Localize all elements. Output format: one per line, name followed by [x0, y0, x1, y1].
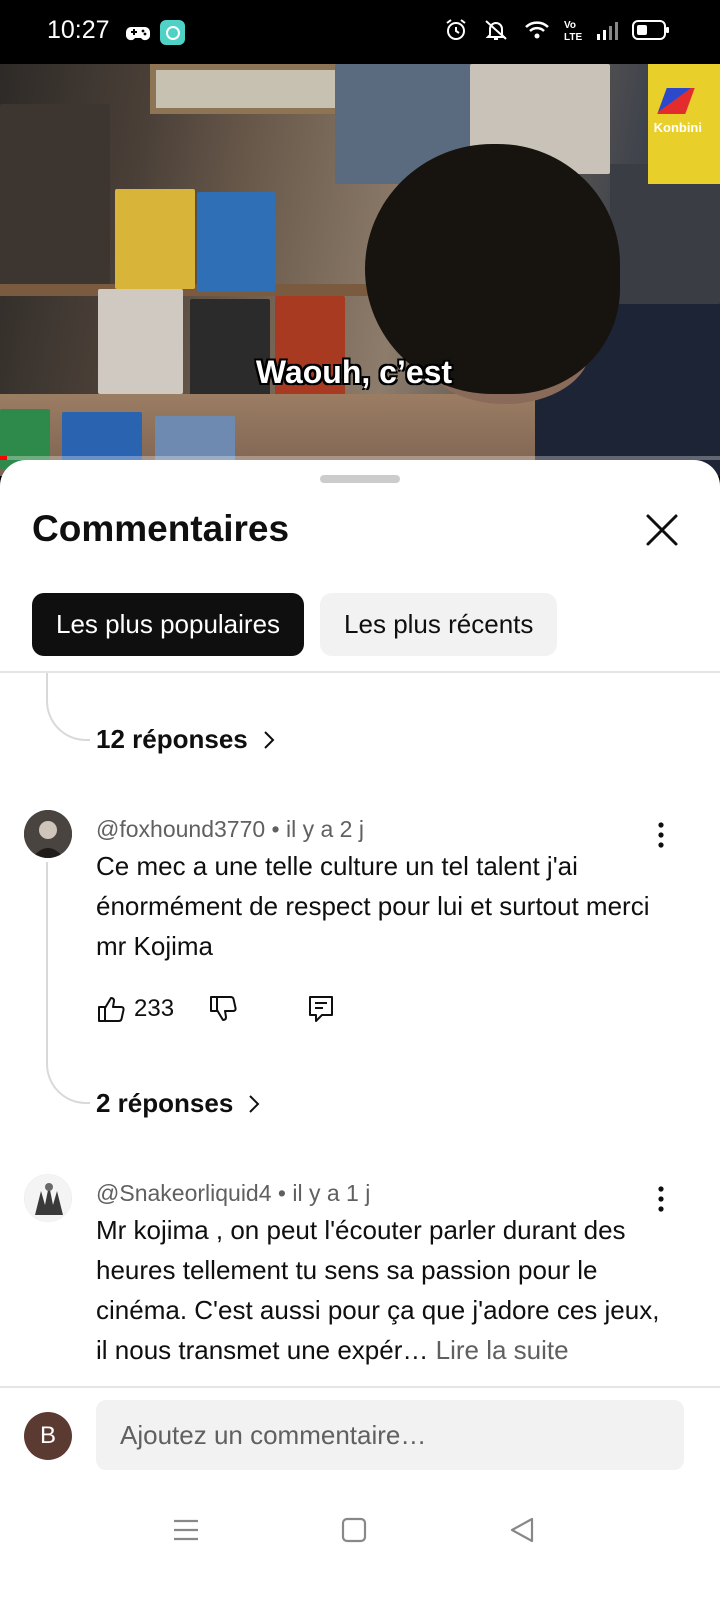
back-triangle-icon — [510, 1517, 534, 1543]
back-button[interactable] — [502, 1510, 542, 1550]
replies-toggle[interactable]: 12 réponses — [96, 724, 276, 755]
avatar[interactable] — [24, 1174, 72, 1222]
avatar-image — [24, 810, 72, 858]
video-progress-fill — [0, 456, 8, 460]
home-button[interactable] — [334, 1510, 374, 1550]
comment-text: Mr kojima , on peut l'écouter parler dur… — [96, 1210, 666, 1370]
read-more-link[interactable]: Lire la suite — [436, 1335, 569, 1365]
chips-divider — [0, 671, 720, 673]
chip-most-popular[interactable]: Les plus populaires — [32, 593, 305, 656]
sheet-title: Commentaires — [32, 508, 290, 549]
signal-icon — [597, 22, 618, 40]
replies-toggle[interactable]: 2 réponses — [96, 1088, 261, 1119]
sort-chips: Les plus populaires Les plus récents — [32, 593, 558, 656]
reply-icon[interactable] — [306, 994, 336, 1024]
game-controller-icon — [126, 26, 150, 40]
volte-icon: VoLTE — [564, 20, 582, 42]
close-icon[interactable] — [642, 510, 682, 550]
user-avatar: B — [24, 1412, 72, 1460]
video-player[interactable]: Konbini Waouh, c’est — [0, 64, 720, 476]
thread-line — [46, 862, 90, 1104]
comment-time: il y a 1 j — [292, 1180, 371, 1206]
alarm-icon — [446, 19, 466, 40]
mute-icon — [485, 20, 507, 40]
comment-author[interactable]: @foxhound3770 — [96, 816, 265, 842]
avatar-image — [25, 1175, 71, 1221]
thread-line — [46, 673, 90, 741]
thumbs-up-icon[interactable] — [96, 994, 126, 1024]
thumbs-down-icon[interactable] — [208, 994, 238, 1024]
menu-icon — [174, 1519, 198, 1541]
comment-time: il y a 2 j — [286, 816, 364, 842]
chip-most-recent[interactable]: Les plus récents — [320, 593, 558, 656]
comment-text: Ce mec a une telle culture un tel talent… — [96, 851, 650, 961]
replies-label: 2 réponses — [96, 1088, 234, 1118]
recent-apps-button[interactable] — [166, 1510, 206, 1550]
comment-meta: @foxhound3770 • il y a 2 j — [96, 816, 364, 842]
wifi-icon — [525, 21, 549, 39]
chevron-right-icon — [264, 730, 275, 749]
avatar[interactable] — [24, 810, 72, 858]
replies-label: 12 réponses — [96, 724, 248, 754]
chevron-right-icon — [249, 1094, 260, 1113]
system-nav-bar — [0, 1490, 720, 1600]
svg-text:Vo: Vo — [564, 20, 576, 31]
status-bar: 10:27 Vo LTE — [0, 0, 720, 64]
comment-meta: @Snakeorliquid4 • il y a 1 j — [96, 1180, 371, 1206]
square-icon — [341, 1517, 367, 1543]
status-time: 10:27 — [47, 16, 110, 44]
comment-body: Mr kojima , on peut l'écouter parler dur… — [96, 1215, 660, 1365]
video-subtitle: Waouh, c’est — [255, 354, 453, 390]
svg-text:LTE: LTE — [564, 32, 582, 42]
konbini-logo: Konbini — [632, 84, 702, 154]
app-icon — [160, 20, 185, 45]
comment-actions: 233 — [96, 994, 336, 1024]
battery-icon — [632, 20, 669, 40]
add-comment-input[interactable]: Ajoutez un commentaire… — [96, 1400, 684, 1470]
comment-author[interactable]: @Snakeorliquid4 — [96, 1180, 272, 1206]
drag-handle[interactable] — [320, 475, 400, 483]
like-count: 233 — [134, 995, 175, 1022]
composer-divider — [0, 1386, 720, 1388]
